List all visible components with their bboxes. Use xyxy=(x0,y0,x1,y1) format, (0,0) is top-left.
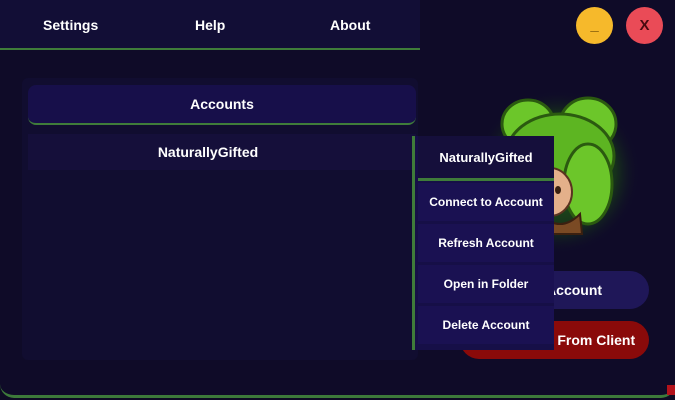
minimize-button[interactable]: _ xyxy=(576,7,613,44)
context-menu-title: NaturallyGifted xyxy=(418,136,554,181)
menu-about[interactable]: About xyxy=(330,17,370,33)
menu-settings[interactable]: Settings xyxy=(43,17,98,33)
account-context-menu: NaturallyGifted Connect to Account Refre… xyxy=(412,136,554,350)
account-name: NaturallyGifted xyxy=(157,144,259,160)
open-in-folder-item[interactable]: Open in Folder xyxy=(418,265,554,303)
menu-help[interactable]: Help xyxy=(195,17,225,33)
close-button[interactable]: X xyxy=(626,7,663,44)
corner-accent xyxy=(667,385,675,395)
connect-to-account-item[interactable]: Connect to Account xyxy=(418,183,554,221)
app-window: Settings Help About _ X Accounts Natural… xyxy=(0,0,675,398)
account-list-item[interactable]: NaturallyGifted xyxy=(28,134,416,170)
accounts-header: Accounts xyxy=(28,85,416,125)
close-icon: X xyxy=(639,17,650,34)
menu-bar: Settings Help About xyxy=(0,0,420,50)
delete-account-item[interactable]: Delete Account xyxy=(418,306,554,344)
minimize-icon: _ xyxy=(590,17,599,34)
refresh-account-item[interactable]: Refresh Account xyxy=(418,224,554,262)
